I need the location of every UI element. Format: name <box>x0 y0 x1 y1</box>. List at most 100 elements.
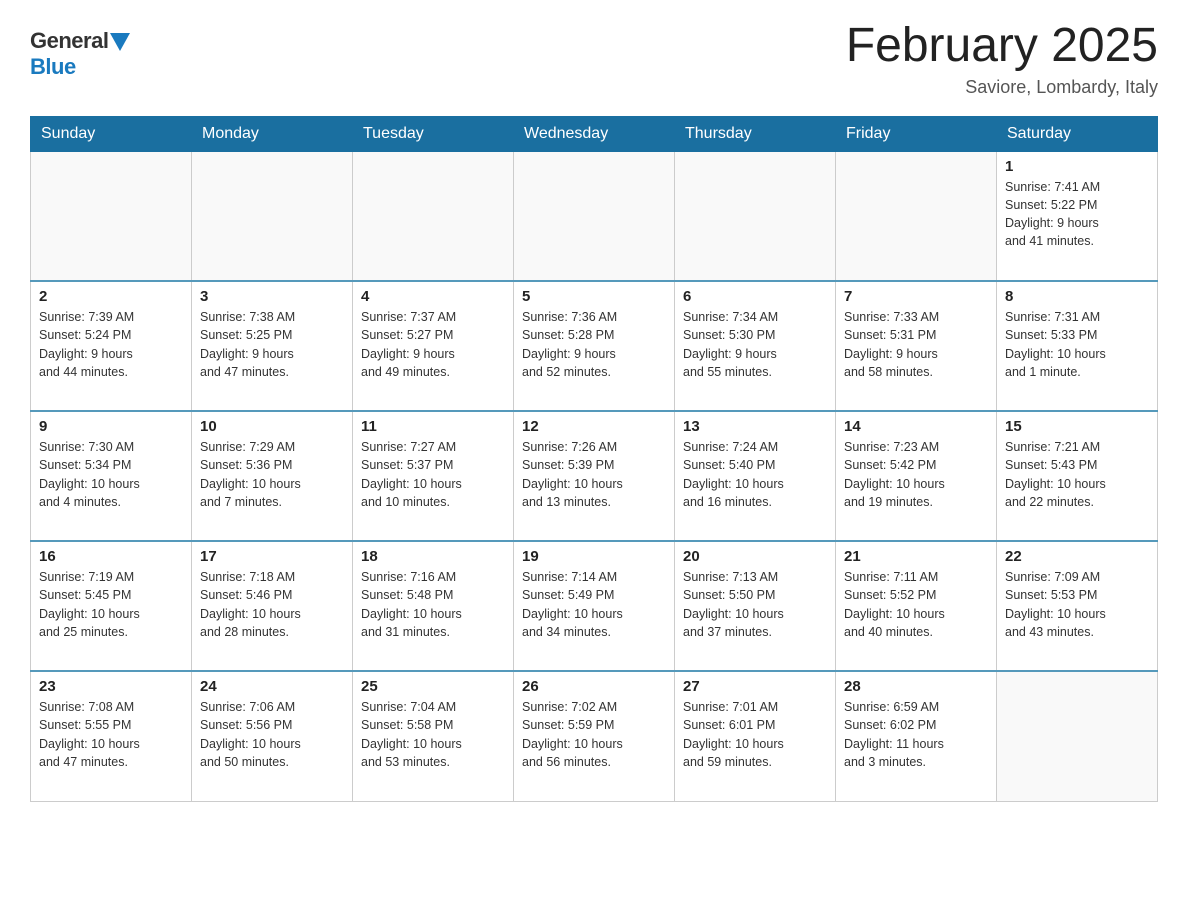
calendar-day-cell: 24 Sunrise: 7:06 AMSunset: 5:56 PMDayligh… <box>192 671 353 801</box>
day-info: Sunrise: 6:59 AMSunset: 6:02 PMDaylight:… <box>844 698 988 771</box>
day-number: 12 <box>522 418 666 435</box>
calendar-day-cell: 16Sunrise: 7:19 AMSunset: 5:45 PMDayligh… <box>31 541 192 671</box>
calendar-day-cell: 23 Sunrise: 7:08 AMSunset: 5:55 PMDayligh… <box>31 671 192 801</box>
calendar-day-cell: 13 Sunrise: 7:24 AMSunset: 5:40 PMDayligh… <box>675 411 836 541</box>
day-number: 4 <box>361 288 505 305</box>
calendar-day-cell: 28 Sunrise: 6:59 AMSunset: 6:02 PMDayligh… <box>836 671 997 801</box>
day-info: Sunrise: 7:23 AMSunset: 5:42 PMDaylight:… <box>844 438 988 511</box>
calendar-day-cell: 17 Sunrise: 7:18 AMSunset: 5:46 PMDayligh… <box>192 541 353 671</box>
day-number: 28 <box>844 678 988 695</box>
calendar-day-cell <box>514 151 675 281</box>
day-info: Sunrise: 7:14 AMSunset: 5:49 PMDaylight:… <box>522 568 666 641</box>
calendar-day-cell: 11 Sunrise: 7:27 AMSunset: 5:37 PMDayligh… <box>353 411 514 541</box>
day-info: Sunrise: 7:36 AMSunset: 5:28 PMDaylight:… <box>522 308 666 381</box>
day-info: Sunrise: 7:06 AMSunset: 5:56 PMDaylight:… <box>200 698 344 771</box>
day-number: 7 <box>844 288 988 305</box>
calendar-day-cell: 18Sunrise: 7:16 AMSunset: 5:48 PMDayligh… <box>353 541 514 671</box>
weekday-header-row: SundayMondayTuesdayWednesdayThursdayFrid… <box>31 116 1158 151</box>
day-number: 24 <box>200 678 344 695</box>
logo-triangle-icon <box>110 33 130 51</box>
day-info: Sunrise: 7:37 AMSunset: 5:27 PMDaylight:… <box>361 308 505 381</box>
calendar-week-row: 23 Sunrise: 7:08 AMSunset: 5:55 PMDayligh… <box>31 671 1158 801</box>
day-number: 1 <box>1005 158 1149 175</box>
day-number: 8 <box>1005 288 1149 305</box>
day-number: 15 <box>1005 418 1149 435</box>
weekday-header-monday: Monday <box>192 116 353 151</box>
day-info: Sunrise: 7:26 AMSunset: 5:39 PMDaylight:… <box>522 438 666 511</box>
day-number: 25 <box>361 678 505 695</box>
day-number: 6 <box>683 288 827 305</box>
day-info: Sunrise: 7:21 AMSunset: 5:43 PMDaylight:… <box>1005 438 1149 511</box>
day-info: Sunrise: 7:24 AMSunset: 5:40 PMDaylight:… <box>683 438 827 511</box>
calendar-day-cell: 19 Sunrise: 7:14 AMSunset: 5:49 PMDayligh… <box>514 541 675 671</box>
calendar-day-cell: 26Sunrise: 7:02 AMSunset: 5:59 PMDayligh… <box>514 671 675 801</box>
day-number: 21 <box>844 548 988 565</box>
calendar-day-cell: 9 Sunrise: 7:30 AMSunset: 5:34 PMDaylight… <box>31 411 192 541</box>
calendar-day-cell: 22 Sunrise: 7:09 AMSunset: 5:53 PMDayligh… <box>997 541 1158 671</box>
calendar-week-row: 16Sunrise: 7:19 AMSunset: 5:45 PMDayligh… <box>31 541 1158 671</box>
calendar-day-cell: 6Sunrise: 7:34 AMSunset: 5:30 PMDaylight… <box>675 281 836 411</box>
day-number: 20 <box>683 548 827 565</box>
day-info: Sunrise: 7:04 AMSunset: 5:58 PMDaylight:… <box>361 698 505 771</box>
day-number: 22 <box>1005 548 1149 565</box>
logo-blue-text: Blue <box>30 54 76 80</box>
day-info: Sunrise: 7:31 AMSunset: 5:33 PMDaylight:… <box>1005 308 1149 381</box>
day-number: 9 <box>39 418 183 435</box>
day-info: Sunrise: 7:33 AMSunset: 5:31 PMDaylight:… <box>844 308 988 381</box>
calendar-day-cell: 7 Sunrise: 7:33 AMSunset: 5:31 PMDaylight… <box>836 281 997 411</box>
day-number: 10 <box>200 418 344 435</box>
calendar-day-cell <box>353 151 514 281</box>
calendar-header: SundayMondayTuesdayWednesdayThursdayFrid… <box>31 116 1158 151</box>
logo: General Blue <box>30 20 130 80</box>
day-number: 27 <box>683 678 827 695</box>
month-title: February 2025 <box>846 20 1158 73</box>
day-number: 26 <box>522 678 666 695</box>
day-info: Sunrise: 7:41 AMSunset: 5:22 PMDaylight:… <box>1005 178 1149 251</box>
calendar-day-cell: 12 Sunrise: 7:26 AMSunset: 5:39 PMDayligh… <box>514 411 675 541</box>
day-info: Sunrise: 7:11 AMSunset: 5:52 PMDaylight:… <box>844 568 988 641</box>
calendar-day-cell: 15 Sunrise: 7:21 AMSunset: 5:43 PMDayligh… <box>997 411 1158 541</box>
day-info: Sunrise: 7:27 AMSunset: 5:37 PMDaylight:… <box>361 438 505 511</box>
day-number: 23 <box>39 678 183 695</box>
calendar-day-cell: 1 Sunrise: 7:41 AMSunset: 5:22 PMDaylight… <box>997 151 1158 281</box>
day-info: Sunrise: 7:30 AMSunset: 5:34 PMDaylight:… <box>39 438 183 511</box>
day-info: Sunrise: 7:08 AMSunset: 5:55 PMDaylight:… <box>39 698 183 771</box>
calendar-body: 1 Sunrise: 7:41 AMSunset: 5:22 PMDaylight… <box>31 151 1158 801</box>
day-number: 11 <box>361 418 505 435</box>
calendar-day-cell <box>836 151 997 281</box>
day-info: Sunrise: 7:19 AMSunset: 5:45 PMDaylight:… <box>39 568 183 641</box>
calendar-week-row: 2 Sunrise: 7:39 AMSunset: 5:24 PMDaylight… <box>31 281 1158 411</box>
location-text: Saviore, Lombardy, Italy <box>846 77 1158 98</box>
day-info: Sunrise: 7:18 AMSunset: 5:46 PMDaylight:… <box>200 568 344 641</box>
day-info: Sunrise: 7:16 AMSunset: 5:48 PMDaylight:… <box>361 568 505 641</box>
day-info: Sunrise: 7:29 AMSunset: 5:36 PMDaylight:… <box>200 438 344 511</box>
weekday-header-thursday: Thursday <box>675 116 836 151</box>
calendar-day-cell: 20 Sunrise: 7:13 AMSunset: 5:50 PMDayligh… <box>675 541 836 671</box>
day-number: 17 <box>200 548 344 565</box>
day-info: Sunrise: 7:13 AMSunset: 5:50 PMDaylight:… <box>683 568 827 641</box>
calendar-day-cell <box>31 151 192 281</box>
calendar-day-cell <box>192 151 353 281</box>
title-block: February 2025 Saviore, Lombardy, Italy <box>846 20 1158 98</box>
calendar-day-cell: 10 Sunrise: 7:29 AMSunset: 5:36 PMDayligh… <box>192 411 353 541</box>
day-number: 5 <box>522 288 666 305</box>
calendar-day-cell: 25 Sunrise: 7:04 AMSunset: 5:58 PMDayligh… <box>353 671 514 801</box>
calendar-day-cell: 3Sunrise: 7:38 AMSunset: 5:25 PMDaylight… <box>192 281 353 411</box>
calendar-day-cell: 14 Sunrise: 7:23 AMSunset: 5:42 PMDayligh… <box>836 411 997 541</box>
day-info: Sunrise: 7:39 AMSunset: 5:24 PMDaylight:… <box>39 308 183 381</box>
day-info: Sunrise: 7:38 AMSunset: 5:25 PMDaylight:… <box>200 308 344 381</box>
calendar-day-cell: 27Sunrise: 7:01 AMSunset: 6:01 PMDayligh… <box>675 671 836 801</box>
day-number: 2 <box>39 288 183 305</box>
day-number: 14 <box>844 418 988 435</box>
calendar-day-cell: 2 Sunrise: 7:39 AMSunset: 5:24 PMDaylight… <box>31 281 192 411</box>
day-number: 19 <box>522 548 666 565</box>
calendar-week-row: 1 Sunrise: 7:41 AMSunset: 5:22 PMDaylight… <box>31 151 1158 281</box>
calendar-day-cell: 21 Sunrise: 7:11 AMSunset: 5:52 PMDayligh… <box>836 541 997 671</box>
weekday-header-sunday: Sunday <box>31 116 192 151</box>
weekday-header-friday: Friday <box>836 116 997 151</box>
weekday-header-tuesday: Tuesday <box>353 116 514 151</box>
calendar-day-cell <box>675 151 836 281</box>
day-info: Sunrise: 7:09 AMSunset: 5:53 PMDaylight:… <box>1005 568 1149 641</box>
weekday-header-wednesday: Wednesday <box>514 116 675 151</box>
day-number: 13 <box>683 418 827 435</box>
